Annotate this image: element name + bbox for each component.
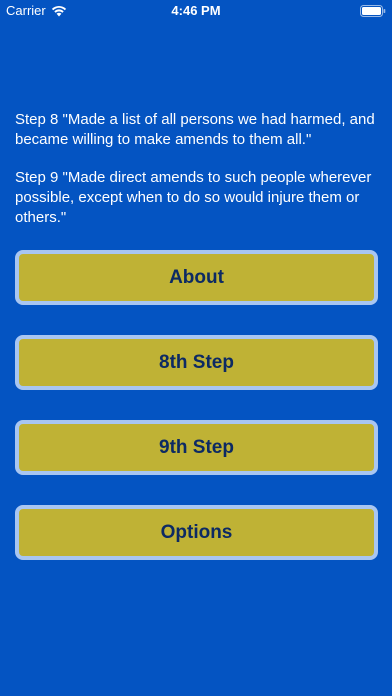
steps-description: Step 8 "Made a list of all persons we ha… (15, 110, 380, 228)
8th-step-button[interactable]: 8th Step (15, 335, 378, 390)
status-bar: Carrier 4:46 PM (0, 0, 392, 22)
app-screen: Carrier 4:46 PM Step 8 "Made a list of a… (0, 0, 392, 696)
options-button[interactable]: Options (15, 505, 378, 560)
about-button[interactable]: About (15, 250, 378, 305)
step8-text: Step 8 "Made a list of all persons we ha… (15, 111, 375, 148)
status-time: 4:46 PM (171, 3, 221, 18)
9th-step-button[interactable]: 9th Step (15, 420, 378, 475)
step9-text: Step 9 "Made direct amends to such peopl… (15, 169, 372, 226)
battery-icon (360, 5, 386, 17)
